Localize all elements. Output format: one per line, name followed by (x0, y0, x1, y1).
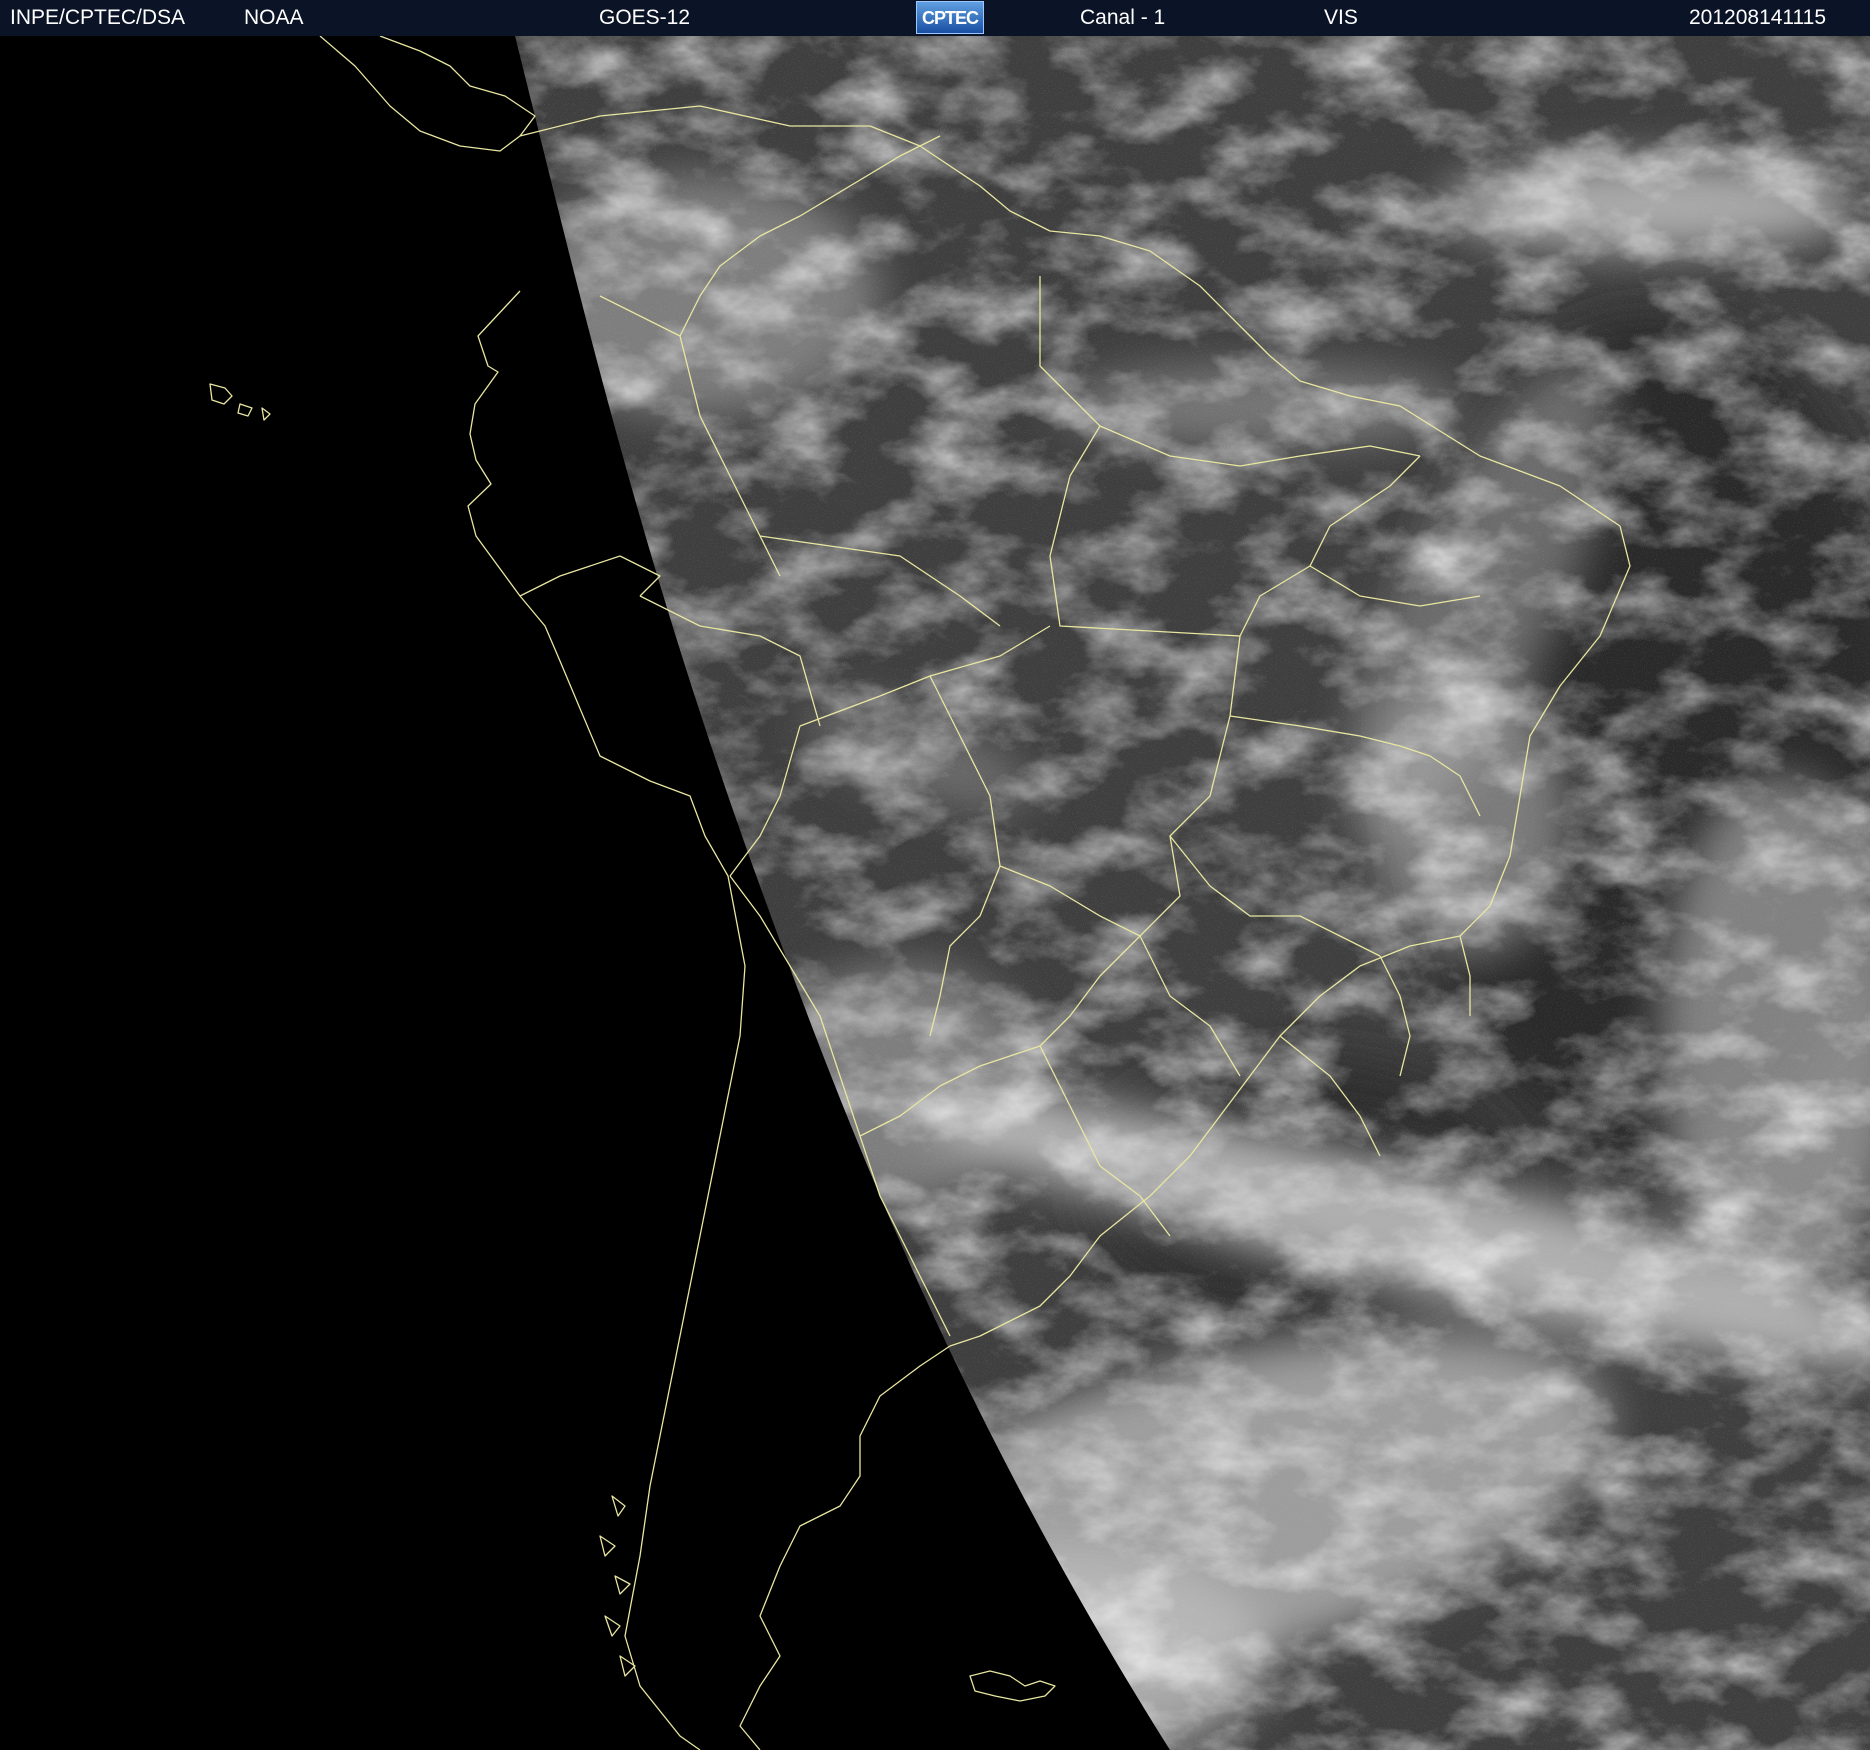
southern-cone-east-coast (739, 1345, 951, 1750)
timestamp-label: 201208141115 (1689, 6, 1827, 29)
satellite-image (209, 36, 1870, 1750)
cptec-logo-icon: CPTEC (916, 1, 984, 34)
header-bar: INPE/CPTEC/DSA NOAA GOES-12 CPTEC Canal … (0, 0, 1870, 37)
central-america-outline (319, 36, 536, 152)
org-label: INPE/CPTEC/DSA (10, 6, 186, 29)
band-label: VIS (1324, 6, 1358, 29)
satellite-image-frame (0, 36, 1870, 1750)
galapagos-outline (209, 383, 271, 421)
agency-label: NOAA (244, 6, 304, 29)
satellite-label: GOES-12 (599, 6, 691, 29)
channel-label: Canal - 1 (1080, 6, 1166, 29)
logo-text: CPTEC (921, 8, 979, 28)
falklands-outline (969, 1670, 1056, 1702)
